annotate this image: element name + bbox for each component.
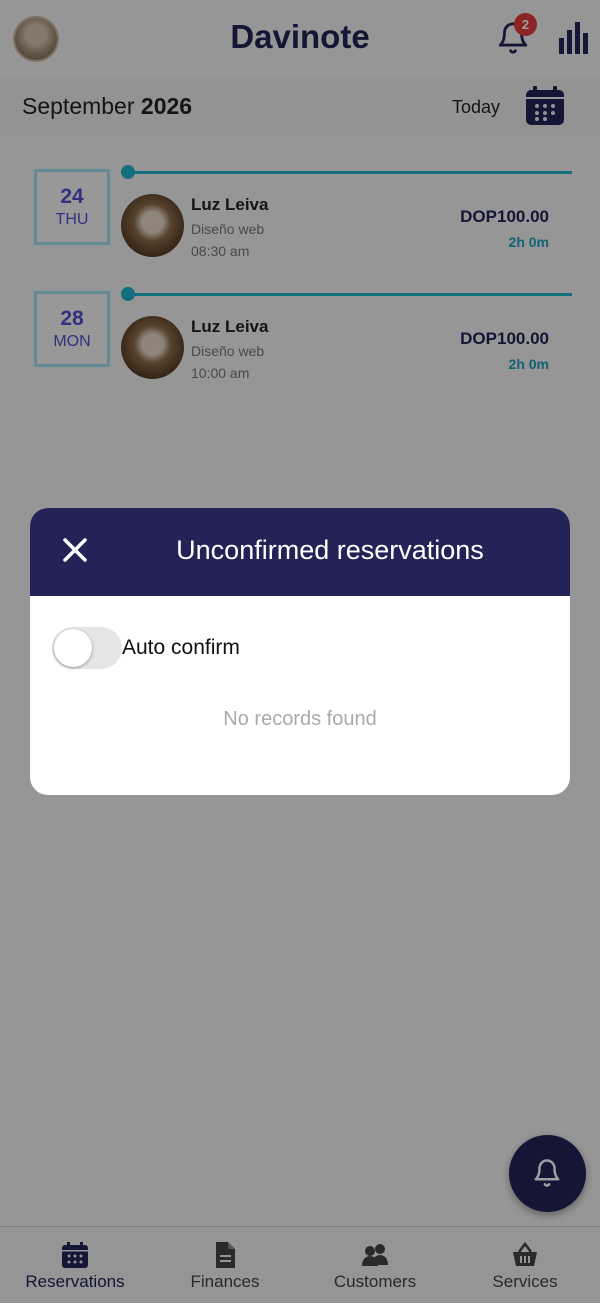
auto-confirm-label: Auto confirm [122,636,240,659]
close-icon[interactable] [60,535,90,565]
dialog-header: Unconfirmed reservations [30,508,570,596]
unconfirmed-reservations-dialog: Unconfirmed reservations Auto confirm No… [30,508,570,795]
auto-confirm-toggle[interactable] [52,627,122,669]
dialog-title: Unconfirmed reservations [176,535,484,565]
toggle-knob [54,629,92,667]
empty-state-message: No records found [223,708,377,730]
